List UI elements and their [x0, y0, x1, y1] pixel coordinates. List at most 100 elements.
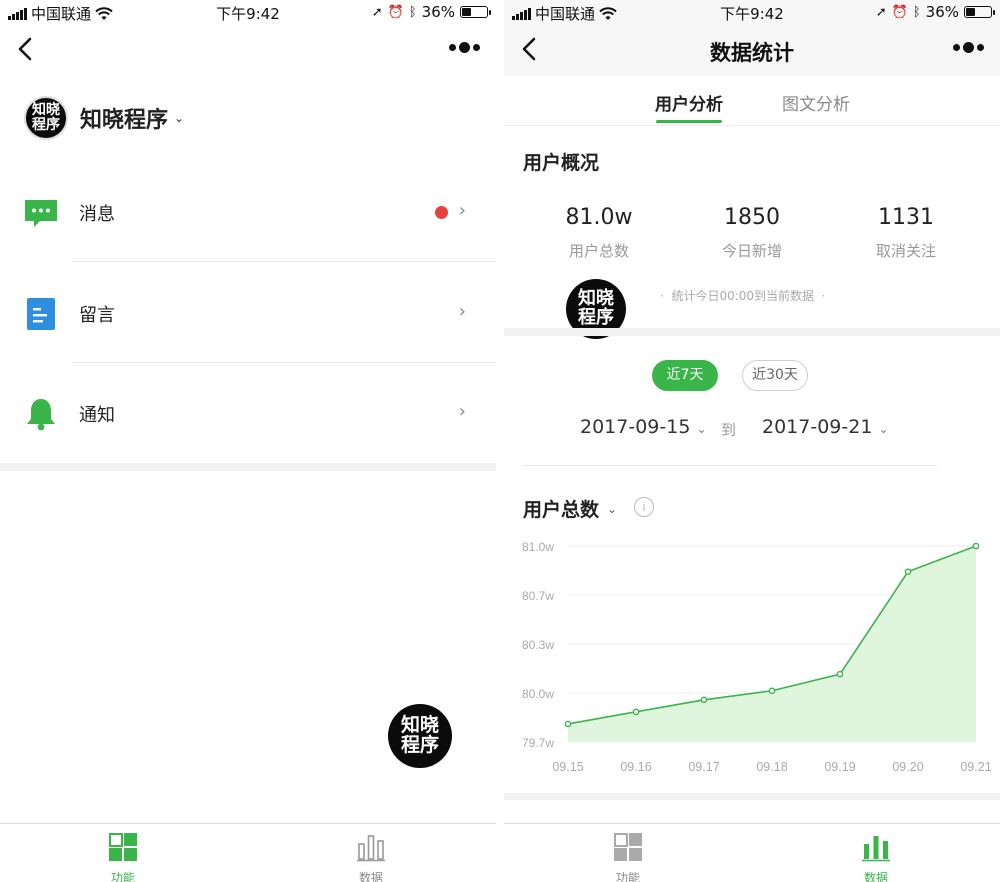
document-icon — [27, 298, 55, 330]
section-divider — [504, 328, 1000, 336]
logo-text-line: 程序 — [32, 117, 60, 133]
y-tick-label: 80.0w — [522, 687, 554, 701]
chevron-down-icon: ⌄ — [878, 422, 889, 436]
tab-functions[interactable]: 功能 — [598, 832, 658, 882]
account-logo: 知晓 程序 — [24, 96, 68, 140]
users-chart: 81.0w 80.7w 80.3w 80.0w 79.7w 09.15 09.16 09.17… — [522, 540, 992, 774]
menu-item-label: 通知 — [79, 405, 115, 426]
y-tick-label: 80.7w — [522, 589, 554, 603]
start-date-picker[interactable]: 2017-09-15 ⌄ — [580, 416, 707, 438]
stat-value: 81.0w — [565, 205, 633, 230]
stats-footnote: · 统计今日00:00到当前数据 · — [660, 287, 826, 304]
overview-title: 用户概况 — [523, 152, 600, 174]
alarm-icon: ⏰ — [387, 4, 404, 20]
tab-label: 功能 — [615, 871, 640, 882]
chevron-down-icon: ⌄ — [607, 501, 618, 516]
account-switcher[interactable]: 知晓 程序 知晓程序 ⌄ — [24, 96, 184, 140]
menu-item-label: 消息 — [79, 204, 115, 225]
x-tick-label: 09.17 — [688, 760, 719, 774]
menu-item-comments[interactable]: 留言 › — [0, 263, 496, 363]
stat-label: 取消关注 — [875, 242, 936, 260]
chevron-right-icon: › — [458, 200, 466, 221]
floating-logo: 知晓 程序 — [388, 704, 452, 768]
info-icon[interactable]: i — [634, 497, 654, 517]
location-icon: ➚ — [875, 4, 887, 20]
page-title: 数据统计 — [710, 41, 794, 65]
menu-item-notifications[interactable]: 通知 › — [0, 363, 496, 463]
tab-content-analysis[interactable]: 图文分析 — [782, 90, 850, 115]
chart-heading: 用户总数 — [523, 499, 600, 521]
x-tick-label: 09.19 — [824, 760, 855, 774]
data-point — [632, 708, 640, 716]
data-point — [564, 720, 572, 728]
tab-functions[interactable]: 功能 — [93, 832, 153, 882]
divider — [72, 261, 496, 262]
section-divider — [0, 463, 496, 471]
range-7-days-button[interactable]: 近7天 — [652, 360, 718, 391]
data-point — [836, 670, 844, 678]
menu-item-messages[interactable]: 消息 › — [0, 162, 496, 262]
analysis-tabs: 用户分析 图文分析 — [504, 76, 1000, 126]
tab-bar: 功能 数据 — [0, 823, 496, 882]
y-tick-label: 79.7w — [522, 736, 554, 750]
data-point — [768, 687, 776, 695]
stat-value: 1131 — [878, 205, 934, 230]
stat-total-users: 81.0w 用户总数 — [524, 205, 674, 261]
stat-new-today: 1850 今日新增 — [677, 205, 827, 261]
x-tick-label: 09.21 — [960, 760, 991, 774]
tab-label: 数据 — [863, 871, 888, 882]
x-tick-label: 09.20 — [892, 760, 923, 774]
battery-percent: 36% — [421, 3, 455, 21]
bluetooth-icon: ᛒ — [912, 4, 921, 20]
status-bar: 中国联通 下午9:42 ➚ ⏰ ᛒ 36% — [0, 0, 496, 24]
more-icon[interactable] — [449, 42, 480, 53]
tab-data[interactable]: 数据 — [846, 832, 906, 882]
battery-icon — [460, 6, 491, 18]
metric-selector[interactable]: 用户总数 ⌄ — [523, 495, 617, 522]
y-tick-label: 80.3w — [522, 638, 554, 652]
active-tab-indicator — [656, 120, 722, 123]
bar-chart-icon — [862, 836, 890, 862]
menu-item-label: 留言 — [79, 305, 115, 326]
stat-unfollowed: 1131 取消关注 — [831, 205, 981, 261]
more-icon[interactable] — [953, 42, 984, 53]
grid-icon — [109, 833, 137, 861]
stat-label: 今日新增 — [721, 242, 782, 260]
tab-label: 数据 — [358, 871, 383, 882]
message-icon — [25, 200, 57, 227]
bluetooth-icon: ᛒ — [408, 4, 417, 20]
account-name: 知晓程序 — [80, 108, 169, 133]
chevron-right-icon: › — [458, 301, 466, 322]
location-icon: ➚ — [371, 4, 383, 20]
logo-text-line: 知晓 — [400, 714, 439, 737]
section-divider — [504, 793, 1000, 800]
date-range: 2017-09-15 ⌄ 到 2017-09-21 ⌄ — [504, 416, 1000, 446]
range-30-days-button[interactable]: 近30天 — [742, 360, 808, 391]
statistics-screen: 中国联通 下午9:42 ➚ ⏰ ᛒ 36% 数据统计 用户分析 图文分析 用户概… — [504, 0, 1000, 882]
nav-bar: 数据统计 — [504, 24, 1000, 76]
data-point — [904, 568, 912, 575]
tab-user-analysis[interactable]: 用户分析 — [655, 90, 723, 115]
battery-percent: 36% — [925, 3, 959, 21]
tab-bar: 功能 数据 — [504, 823, 1000, 882]
start-date: 2017-09-15 — [580, 416, 691, 438]
unread-dot — [435, 206, 448, 219]
alarm-icon: ⏰ — [891, 4, 908, 20]
divider — [523, 465, 937, 466]
screen-gap — [496, 0, 504, 882]
functions-screen: 中国联通 下午9:42 ➚ ⏰ ᛒ 36% 知晓 程序 知晓程序 ⌄ 消息 › … — [0, 0, 496, 882]
chevron-down-icon: ⌄ — [174, 111, 185, 125]
bell-icon — [27, 399, 55, 431]
battery-icon — [964, 6, 995, 18]
bullet: · — [814, 289, 826, 303]
tab-label: 功能 — [110, 871, 135, 882]
tab-data[interactable]: 数据 — [341, 832, 401, 882]
stat-value: 1850 — [724, 205, 780, 230]
date-separator: 到 — [721, 421, 737, 439]
nav-bar — [0, 24, 496, 76]
x-tick-label: 09.18 — [756, 760, 787, 774]
end-date-picker[interactable]: 2017-09-21 ⌄ — [762, 416, 889, 438]
logo-text-line: 知晓 — [32, 102, 60, 119]
back-icon[interactable] — [12, 34, 42, 64]
logo-text-line: 程序 — [400, 734, 439, 756]
